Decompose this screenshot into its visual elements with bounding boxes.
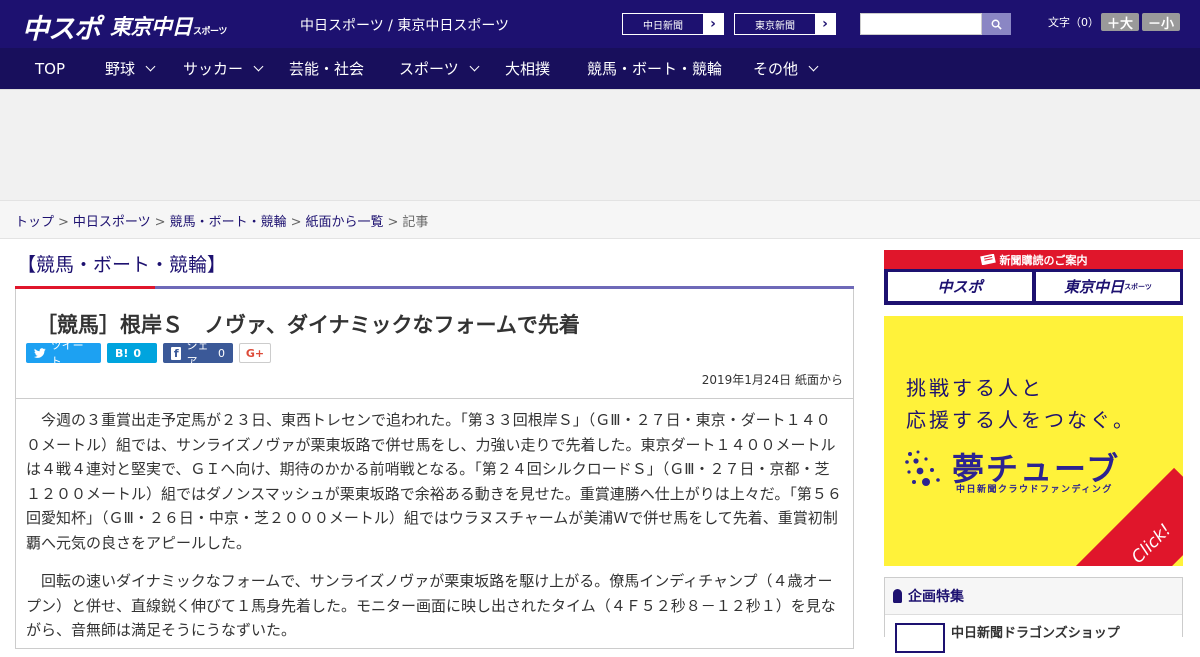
subscribe-tokyo-text: 東京中日 [1064,278,1125,296]
breadcrumb-link[interactable]: トップ [15,215,54,230]
tokyo-chunichi-logo[interactable]: 東京中日スポーツ [110,11,227,41]
article-headline: ［競馬］根岸Ｓ ノヴァ、ダイナミックなフォームで先着 [36,313,580,337]
yume-line-1: 挑戦する人と [906,376,1044,400]
nav-label: TOP [35,59,66,78]
breadcrumb-link[interactable]: 競馬・ボート・競輪 [170,215,287,230]
breadcrumb-separator: > [387,215,399,230]
search-input[interactable] [860,13,982,35]
tokyo-logo-text: 東京中日 [110,15,193,39]
section-title: 【競馬・ボート・競輪】 [17,254,227,276]
nav-label: 野球 [105,60,136,78]
article: ［競馬］根岸Ｓ ノヴァ、ダイナミックなフォームで先着 ツイート B! 0 f シ… [15,289,854,649]
tokyo-link-label: 東京新聞 [755,20,795,32]
divider [16,398,853,399]
subscription-options: 中スポ 東京中日 スポーツ [888,272,1180,301]
site-names: 中日スポーツ / 東京中日スポーツ [300,18,510,34]
yume-dots-logo-icon [905,450,940,486]
twitter-share-button[interactable]: ツイート [26,339,101,368]
hatena-bookmark-button[interactable]: B! 0 [107,343,157,363]
nav-label: 芸能・社会 [289,60,365,78]
subscription-bar: 新聞購読のご案内 [884,250,1183,269]
pin-icon [893,589,902,603]
feature-item-label: 中日新聞ドラゴンズショップ [951,626,1120,641]
newspaper-icon [979,254,996,265]
twitter-bird-icon [34,348,46,358]
nav-top[interactable]: TOP [35,48,65,89]
subscription-banner[interactable]: 新聞購読のご案内 中スポ 東京中日 スポーツ [884,250,1183,305]
facebook-share-button[interactable]: f シェア 0 [163,339,233,368]
nav-label: サッカー [183,60,244,78]
chevron-down-icon [253,61,264,71]
nav-label: 競馬・ボート・競輪 [587,60,723,78]
google-plus-icon: G+ [245,346,265,360]
nav-sumo[interactable]: 大相撲 [505,48,550,89]
font-size-label: 文字（0） [1048,16,1099,29]
yume-tube-ad[interactable]: 挑戦する人と 応援する人をつなぐ。 夢チューブ 中日新聞クラウドファンディング … [884,316,1183,566]
article-body: 今週の３重賞出走予定馬が２３日、東西トレセンで追われた。「第３３回根岸Ｓ」（ＧⅢ… [26,408,844,657]
subscribe-tokyo-suffix: スポーツ [1124,282,1152,291]
special-feature-item[interactable]: 中日新聞ドラゴンズショップ [885,614,1182,653]
search-button[interactable] [982,13,1011,35]
subscription-bar-label: 新聞購読のご案内 [999,253,1088,267]
nav-label: 大相撲 [505,60,551,78]
chevron-down-icon [469,61,480,71]
search-icon [991,19,1002,30]
feature-thumbnail [895,623,945,653]
font-bigger-button[interactable]: ＋大 [1101,13,1139,32]
chevron-right-icon: › [703,14,723,34]
share-buttons: ツイート B! 0 f シェア 0 G+ [26,339,271,368]
tokyo-shimbun-link[interactable]: 東京新聞 › [734,13,836,35]
twitter-share-label: ツイート [50,339,84,368]
special-features-box: 企画特集 中日新聞ドラゴンズショップ [884,577,1183,653]
google-plus-button[interactable]: G+ [239,343,271,363]
facebook-f-icon: f [171,346,182,360]
ad-banner-area [0,89,1200,200]
facebook-share-label: シェア [186,339,209,368]
breadcrumb-separator: > [58,215,69,230]
facebook-count: 0 [218,346,225,360]
chevron-right-icon: › [815,14,835,34]
top-header: 中スポ 東京中日スポーツ 中日スポーツ / 東京中日スポーツ 中日新聞 › 東京… [0,0,1200,48]
chunichi-shimbun-link[interactable]: 中日新聞 › [622,13,724,35]
special-features-title: 企画特集 [908,589,964,605]
breadcrumb-current: 記事 [402,215,429,230]
yume-subtitle: 中日新聞クラウドファンディング [956,485,1113,495]
nav-other[interactable]: その他 [753,48,819,89]
section-heading: 【競馬・ボート・競輪】 [15,250,854,289]
breadcrumb-link[interactable]: 中日スポーツ [73,215,151,230]
main-nav: TOP 野球 サッカー 芸能・社会 スポーツ 大相撲 競馬・ボート・競輪 その他 [0,48,1200,89]
nav-entertainment-society[interactable]: 芸能・社会 [289,48,364,89]
yume-line-2: 応援する人をつなぐ。 [906,408,1136,432]
font-smaller-button[interactable]: －小 [1142,13,1180,32]
nav-keiba-boat-keirin[interactable]: 競馬・ボート・競輪 [587,48,722,89]
special-features-heading: 企画特集 [893,586,964,606]
nav-sports[interactable]: スポーツ [399,48,480,89]
breadcrumb-separator: > [290,215,302,230]
subscribe-chuspo[interactable]: 中スポ [888,272,1032,301]
breadcrumb: トップ > 中日スポーツ > 競馬・ボート・競輪 > 紙面から一覧 > 記事 [0,200,1200,239]
chunichi-link-label: 中日新聞 [643,20,683,32]
article-date: 2019年1月24日 紙面から [701,373,843,387]
hatena-bookmark-icon: B! [115,346,129,360]
nav-label: その他 [753,60,799,78]
article-paragraph: 回転の速いダイナミックなフォームで、サンライズノヴァが栗東坂路を駆け上がる。僚馬… [26,572,836,639]
article-paragraph: 今週の３重賞出走予定馬が２３日、東西トレセンで追われた。「第３３回根岸Ｓ」（ＧⅢ… [26,411,842,552]
chevron-down-icon [808,61,819,71]
nav-baseball[interactable]: 野球 [105,48,156,89]
chuspo-logo[interactable]: 中スポ [22,7,101,46]
breadcrumb-link[interactable]: 紙面から一覧 [306,215,384,230]
nav-label: スポーツ [399,60,459,78]
breadcrumb-separator: > [154,215,166,230]
subscribe-tokyo-chunichi[interactable]: 東京中日 スポーツ [1036,272,1180,301]
hatena-count: 0 [133,346,142,360]
tokyo-logo-suffix: スポーツ [193,27,227,37]
nav-soccer[interactable]: サッカー [183,48,264,89]
chevron-down-icon [145,61,156,71]
